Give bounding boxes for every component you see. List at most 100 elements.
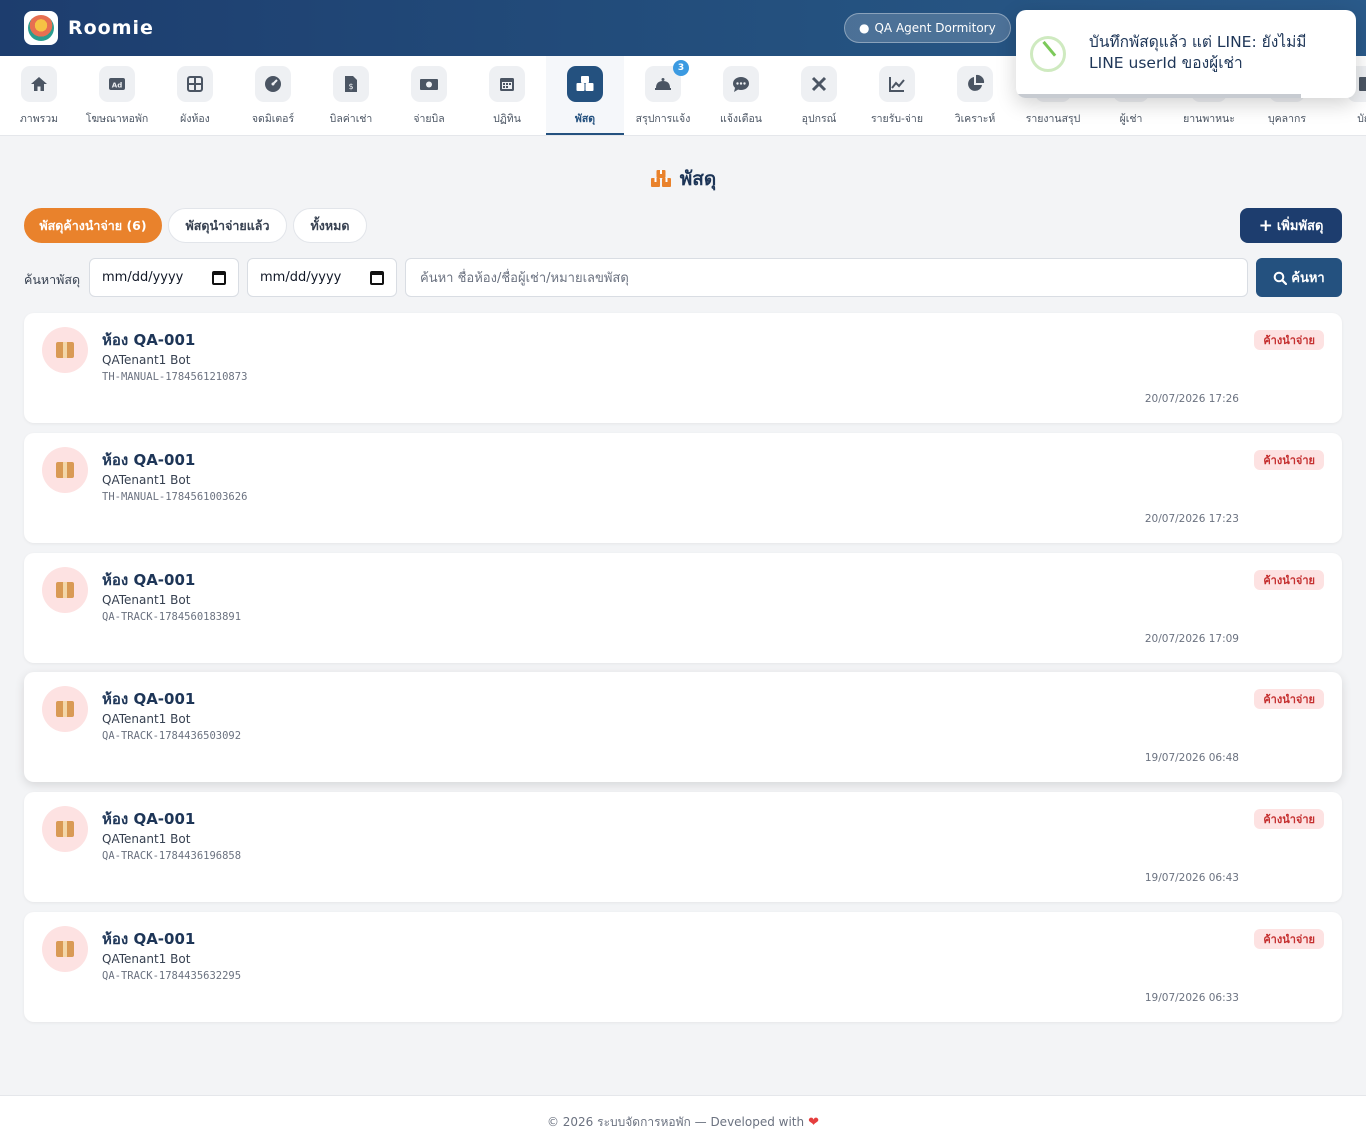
package-icon: [42, 446, 88, 493]
chat-icon: [723, 66, 759, 102]
search-button[interactable]: ค้นหา: [1256, 258, 1342, 297]
tab-pending[interactable]: พัสดุค้างนำจ่าย (6): [24, 208, 162, 243]
nav-item-label: จ่ายบิล: [413, 113, 445, 125]
status-badge: ค้างนำจ่าย: [1254, 929, 1324, 949]
status-badge: ค้างนำจ่าย: [1254, 689, 1324, 710]
svg-text:$: $: [348, 82, 353, 91]
nav-item-1[interactable]: Ad โฆษณาหอพัก: [78, 56, 156, 135]
parcel-card[interactable]: ห้อง QA-001 QATenant1 Bot QA-TRACK-1784436…: [24, 672, 1342, 783]
parcel-card[interactable]: ห้อง QA-001 QATenant1 Bot TH-MANUAL-178456…: [24, 313, 1342, 423]
home-icon: [21, 66, 57, 102]
search-label: ค้นหาพัสดุ: [24, 272, 81, 287]
parcel-tracking: TH-MANUAL-1784561210873: [102, 371, 248, 383]
nav-item-10[interactable]: อุปกรณ์: [780, 56, 858, 135]
parcel-tracking: QA-TRACK-1784560183891: [102, 610, 242, 623]
parcel-tenant: QATenant1 Bot: [102, 952, 191, 966]
package-icon: [42, 926, 88, 972]
nav-item-label: รายงานสรุป: [1025, 113, 1081, 125]
package-icon: [42, 566, 88, 613]
nav-item-12[interactable]: วิเคราะห์: [936, 56, 1014, 135]
status-badge: ค้างนำจ่าย: [1254, 330, 1324, 350]
svg-text:Ad: Ad: [112, 81, 122, 89]
parcel-card[interactable]: ห้อง QA-001 QATenant1 Bot QA-TRACK-1784436…: [24, 792, 1342, 903]
status-badge: ค้างนำจ่าย: [1254, 449, 1324, 470]
parcel-date: 20/07/2026 17:23: [1144, 512, 1239, 525]
calendar-icon[interactable]: [212, 270, 226, 285]
parcel-tenant: QATenant1 Bot: [102, 592, 191, 607]
nav-item-label: วิเคราะห์: [954, 113, 996, 125]
nav-item-8[interactable]: 3 สรุปการแจ้ง: [624, 56, 702, 135]
money-icon: [411, 66, 447, 102]
nav-item-label: ภาพรวม: [19, 113, 59, 125]
plus-icon: +: [1258, 215, 1273, 236]
nav-item-2[interactable]: ผังห้อง: [156, 56, 234, 135]
nav-item-11[interactable]: รายรับ-จ่าย: [858, 56, 936, 135]
package-icon: [42, 806, 88, 853]
parcel-card[interactable]: ห้อง QA-001 QATenant1 Bot QA-TRACK-1784560…: [24, 552, 1342, 663]
nav-item-label: โฆษณาหอพัก: [85, 113, 149, 125]
invoice-icon: $: [333, 66, 369, 102]
parcel-date: 20/07/2026 17:26: [1144, 393, 1239, 405]
add-parcel-label: เพิ่มพัสดุ: [1276, 219, 1324, 234]
nav-item-5[interactable]: จ่ายบิล: [390, 56, 468, 135]
tools-icon: [801, 66, 837, 102]
parcel-tenant: QATenant1 Bot: [102, 472, 191, 487]
parcel-tracking: QA-TRACK-1784436196858: [102, 850, 242, 863]
calendar-icon[interactable]: [370, 270, 384, 285]
date-from-input[interactable]: mm/dd/yyyy: [89, 258, 239, 297]
nav-item-label: จดมิเตอร์: [251, 113, 295, 125]
nav-item-label: อุปกรณ์: [801, 113, 837, 125]
parcel-room: ห้อง QA-001: [102, 331, 196, 349]
footer-text: © 2026 ระบบจัดการหอพัก — Developed with: [546, 1114, 805, 1129]
dormitory-name: QA Agent Dormitory: [874, 21, 996, 35]
app-logo: [24, 11, 58, 45]
brand[interactable]: Roomie: [24, 11, 154, 45]
bell-icon: 3: [645, 60, 689, 102]
nav-item-label: รายรับ-จ่าย: [871, 113, 923, 125]
parcel-room: ห้อง QA-001: [102, 570, 196, 589]
parcel-card[interactable]: ห้อง QA-001 QATenant1 Bot QA-TRACK-1784435…: [24, 912, 1342, 1022]
parcel-room: ห้อง QA-001: [102, 810, 196, 829]
nav-item-4[interactable]: $ บิลค่าเช่า: [312, 56, 390, 135]
parcel-room: ห้อง QA-001: [102, 690, 196, 709]
dormitory-selector[interactable]: ● QA Agent Dormitory: [844, 13, 1011, 43]
grid-icon: [177, 66, 213, 102]
calendar-icon: [489, 66, 525, 102]
app-name: Roomie: [68, 17, 154, 39]
search-placeholder: ค้นหา ชื่อห้อง/ชื่อผู้เช่า/หมายเลขพัสดุ: [420, 271, 629, 286]
parcel-date: 19/07/2026 06:48: [1144, 752, 1239, 765]
page-title: พัสดุ: [0, 164, 1366, 194]
parcel-tenant: QATenant1 Bot: [102, 832, 191, 847]
package-icon: [42, 327, 88, 373]
parcel-tenant: QATenant1 Bot: [102, 353, 191, 367]
add-parcel-button[interactable]: + เพิ่มพัสดุ: [1240, 208, 1342, 243]
nav-item-0[interactable]: ภาพรวม: [0, 56, 78, 135]
nav-item-9[interactable]: แจ้งเตือน: [702, 56, 780, 135]
parcel-room: ห้อง QA-001: [102, 930, 196, 948]
parcel-card[interactable]: ห้อง QA-001 QATenant1 Bot TH-MANUAL-178456…: [24, 432, 1342, 543]
parcel-tenant: QATenant1 Bot: [102, 712, 191, 727]
nav-item-3[interactable]: จดมิเตอร์: [234, 56, 312, 135]
parcel-date: 19/07/2026 06:43: [1144, 872, 1239, 885]
search-icon: [1273, 271, 1288, 285]
tab-all[interactable]: ทั้งหมด: [293, 208, 367, 243]
date-to-input[interactable]: mm/dd/yyyy: [247, 258, 397, 297]
nav-item-label: ยานพาหนะ: [1183, 113, 1235, 125]
gauge-icon: [255, 66, 291, 102]
tab-delivered[interactable]: พัสดุนำจ่ายแล้ว: [168, 208, 287, 243]
notification-toast[interactable]: บันทึกพัสดุแล้ว แต่ LINE: ยังไม่มี LINE …: [1016, 10, 1356, 98]
heart-icon: ❤: [808, 1114, 820, 1130]
search-input[interactable]: ค้นหา ชื่อห้อง/ชื่อผู้เช่า/หมายเลขพัสดุ: [405, 258, 1248, 297]
nav-item-6[interactable]: ปฏิทิน: [468, 56, 546, 135]
page-title-text: พัสดุ: [679, 168, 717, 190]
ad-icon: Ad: [99, 66, 135, 102]
parcel-tracking: QA-TRACK-1784436503092: [102, 730, 242, 743]
package-icon: [42, 686, 88, 733]
nav-item-label: ผู้เช่า: [1119, 113, 1143, 125]
nav-item-7[interactable]: พัสดุ: [546, 56, 624, 135]
nav-item-label: แจ้งเตือน: [720, 113, 762, 125]
parcel-room: ห้อง QA-001: [102, 450, 196, 469]
date-from-value: mm/dd/yyyy: [102, 270, 184, 285]
nav-item-label: บัญ: [1357, 113, 1366, 125]
search-button-label: ค้นหา: [1291, 271, 1325, 286]
